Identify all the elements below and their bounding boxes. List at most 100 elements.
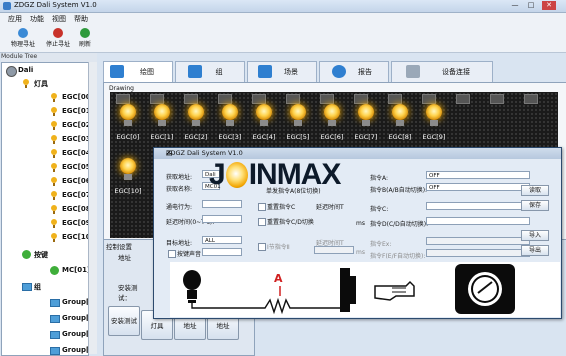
repeat-c-checkbox[interactable] xyxy=(258,203,266,211)
tree-group-keys[interactable]: 按键 xyxy=(34,250,48,260)
install-test-button[interactable]: 安装测试 xyxy=(108,306,140,336)
unit-ms-2-label: ms xyxy=(356,249,365,256)
group-icon xyxy=(50,315,60,323)
tab-report[interactable]: 报告 xyxy=(319,61,389,82)
lamp-device[interactable]: EGC[4] xyxy=(250,96,278,146)
repeat-d-checkbox[interactable] xyxy=(258,218,266,226)
lamp-device[interactable]: EGC[7] xyxy=(352,96,380,146)
brand-logo: J INMAX xyxy=(209,158,342,191)
wiring-illustration: A xyxy=(170,262,560,317)
lit-bulb-icon xyxy=(392,104,408,120)
delay-t-field[interactable] xyxy=(202,215,242,223)
key-sound-checkbox[interactable] xyxy=(168,250,176,258)
cmd-a-select[interactable]: OFF xyxy=(426,171,530,179)
minimize-button[interactable]: — xyxy=(508,1,522,10)
lit-bulb-icon xyxy=(120,104,136,120)
group-tab-icon xyxy=(188,65,202,78)
delay-time-2-field[interactable] xyxy=(314,246,354,254)
lamp-device-label: EGC[7] xyxy=(354,133,378,141)
safe-test-label: 安装测试： xyxy=(118,284,138,302)
cmd-d-select[interactable] xyxy=(426,217,530,225)
tree-item-lamp[interactable]: EGC[08 xyxy=(62,205,88,213)
dialog-close-button[interactable]: ✕ xyxy=(166,149,556,157)
tree-item-group[interactable]: Group[ xyxy=(62,330,88,338)
maximize-button[interactable]: □ xyxy=(524,1,538,10)
top-slot xyxy=(490,94,504,104)
lamp-device[interactable]: EGC[5] xyxy=(284,96,312,146)
lit-bulb-icon xyxy=(324,104,340,120)
read-button[interactable]: 读取 xyxy=(521,185,549,196)
key-sound-label: 按键声音 xyxy=(177,251,202,258)
cmd-b-select[interactable]: OFF xyxy=(426,183,530,191)
tree-item-lamp[interactable]: EGC[04 xyxy=(62,149,88,157)
menu-function[interactable]: 功能 xyxy=(30,14,44,24)
lamp-device[interactable]: EGC[8] xyxy=(386,96,414,146)
tab-scene[interactable]: 场景 xyxy=(247,61,317,82)
tab-drawing[interactable]: 绘图 xyxy=(103,61,173,82)
logo-suffix: INMAX xyxy=(248,158,342,191)
menu-app[interactable]: 应用 xyxy=(8,14,22,24)
cmd-c-select[interactable] xyxy=(426,202,530,210)
save-button[interactable]: 保存 xyxy=(521,200,549,211)
tab-device-label: 设备连接 xyxy=(442,68,470,76)
tree-item-lamp[interactable]: EGC[10 xyxy=(62,233,88,241)
export-button[interactable]: 导出 xyxy=(521,245,549,256)
lamp-icon xyxy=(50,177,58,187)
close-button[interactable]: ✕ xyxy=(542,1,556,10)
tab-group[interactable]: 组 xyxy=(175,61,245,82)
tree-item-lamp[interactable]: EGC[05 xyxy=(62,163,88,171)
tree-item-lamp[interactable]: EGC[03 xyxy=(62,135,88,143)
lamp-device-label: EGC[8] xyxy=(388,133,412,141)
module-tree: Dali 灯具 EGC[00 EGC[01 EGC[02 EGC[03 EGC[… xyxy=(1,62,89,356)
power-behavior-select[interactable] xyxy=(202,200,242,208)
lamp-device[interactable]: EGC[1] xyxy=(148,96,176,146)
lit-bulb-icon xyxy=(290,104,306,120)
lamp-icon xyxy=(50,107,58,117)
main-tabs: 绘图 组 场景 报告 设备连接 xyxy=(103,61,563,82)
cmd-e-select[interactable] xyxy=(426,237,530,245)
tree-item-lamp[interactable]: EGC[06 xyxy=(62,177,88,185)
install-test-button-label: 安装测试 xyxy=(111,317,137,325)
menu-help[interactable]: 帮助 xyxy=(74,14,88,24)
unit-ms-label: ms xyxy=(356,220,365,227)
control-subtab-address[interactable]: 地址 xyxy=(118,252,131,262)
tree-group-groups[interactable]: 组 xyxy=(34,282,41,292)
menu-view[interactable]: 视图 xyxy=(52,14,66,24)
tree-item-group[interactable]: Group[ xyxy=(62,298,88,306)
tree-item-lamp[interactable]: EGC[02 xyxy=(62,121,88,129)
lamp-device[interactable]: EGC[3] xyxy=(216,96,244,146)
lit-bulb-icon xyxy=(154,104,170,120)
physical-address-button[interactable]: 物理寻址 xyxy=(6,27,40,51)
lamp-device[interactable]: EGC[9] xyxy=(420,96,448,146)
tree-item-lamp[interactable]: EGC[00 xyxy=(62,93,88,101)
target-address-label: 目标地址: xyxy=(166,240,193,247)
refresh-button[interactable]: 刷新 xyxy=(68,27,102,51)
tree-scrollbar[interactable] xyxy=(88,62,97,354)
lit-bulb-icon xyxy=(256,104,272,120)
address-icon xyxy=(18,28,28,38)
tree-item-lamp[interactable]: EGC[09 xyxy=(62,219,88,227)
tree-item-group[interactable]: Group[ xyxy=(62,346,88,354)
tree-item-group[interactable]: Group[ xyxy=(62,314,88,322)
step-cmd-checkbox[interactable] xyxy=(258,243,266,251)
tree-item-key[interactable]: MC[01] xyxy=(62,266,88,274)
lamp-icon xyxy=(50,233,58,243)
lamp-device-label: EGC[5] xyxy=(286,133,310,141)
cmd-f-select[interactable] xyxy=(426,249,530,257)
lamp-device[interactable]: EGC[0] xyxy=(114,96,142,146)
tree-root-dali[interactable]: Dali xyxy=(18,66,33,74)
group-icon xyxy=(50,299,60,307)
import-button[interactable]: 导入 xyxy=(521,230,549,241)
lit-bulb-icon xyxy=(120,158,136,174)
svg-text:A: A xyxy=(274,272,283,285)
tree-item-lamp[interactable]: EGC[01 xyxy=(62,107,88,115)
target-address-select[interactable]: ALL xyxy=(202,236,242,244)
lamp-device[interactable]: EGC[10] xyxy=(114,150,142,200)
lamp-device[interactable]: EGC[2] xyxy=(182,96,210,146)
lamp-device[interactable]: EGC[6] xyxy=(318,96,346,146)
toolbar: 物理寻址 停止寻址 刷新 xyxy=(0,25,566,53)
tree-group-lamps[interactable]: 灯具 xyxy=(34,79,48,89)
key-sound-select[interactable] xyxy=(202,248,242,256)
tab-device-connection[interactable]: 设备连接 xyxy=(391,61,493,82)
tree-item-lamp[interactable]: EGC[07 xyxy=(62,191,88,199)
